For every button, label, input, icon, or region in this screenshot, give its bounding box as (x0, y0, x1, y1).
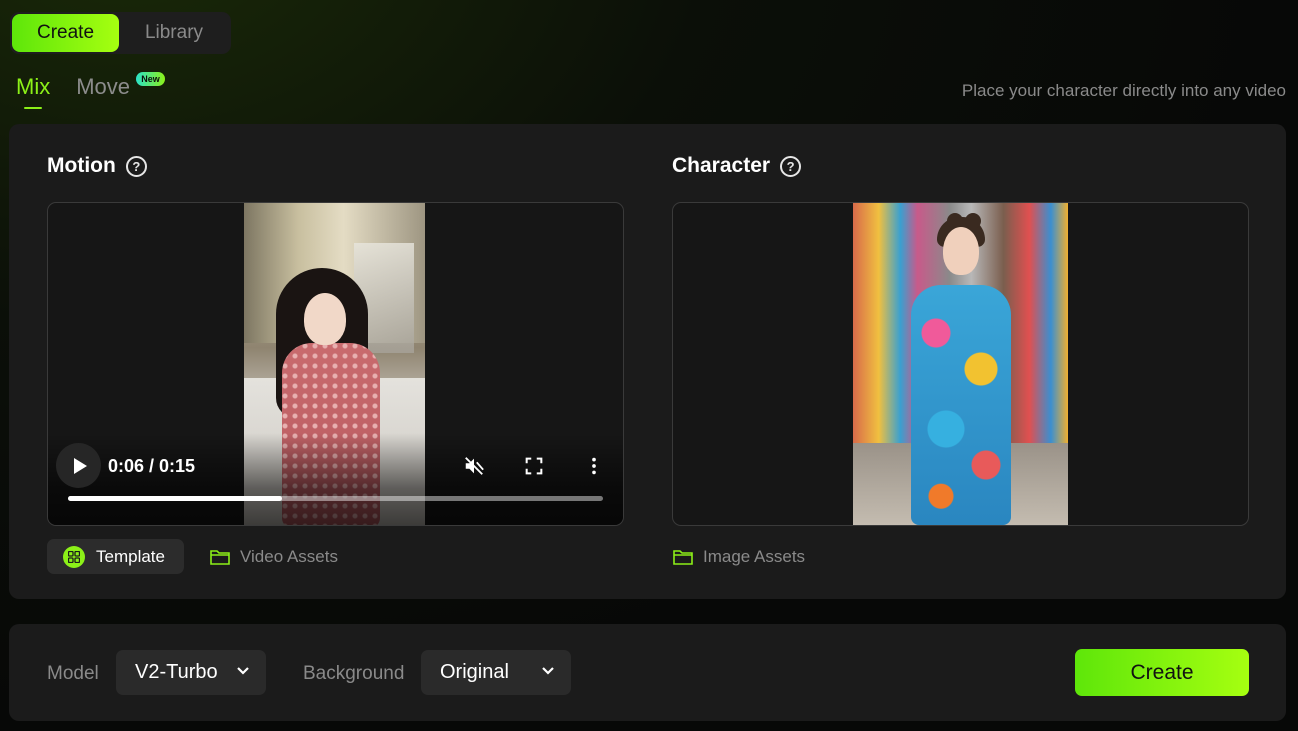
grid-icon (63, 545, 85, 568)
chevron-down-icon (542, 667, 554, 675)
play-button[interactable] (56, 443, 101, 488)
video-time: 0:06 / 0:15 (108, 456, 196, 476)
character-image-box[interactable] (672, 202, 1249, 526)
video-assets-label: Video Assets (240, 546, 338, 566)
fullscreen-icon[interactable] (523, 455, 545, 477)
tab-move-label: Move (76, 74, 131, 99)
model-value: V2-Turbo (135, 661, 218, 683)
tagline: Place your character directly into any v… (961, 81, 1286, 100)
tab-mix[interactable]: Mix (16, 74, 50, 109)
create-button[interactable]: Create (1075, 649, 1249, 696)
motion-section-title: Motion ? (47, 154, 147, 178)
video-person-face (304, 293, 346, 345)
motion-video-player[interactable]: 0:06 / 0:15 (47, 202, 624, 526)
top-tab-switcher: Create Library (10, 12, 231, 54)
motion-title: Motion (47, 154, 116, 177)
character-image (853, 203, 1068, 525)
model-select[interactable]: V2-Turbo (116, 650, 266, 695)
folder-icon (673, 549, 693, 565)
character-coat (911, 285, 1011, 525)
background-label: Background (303, 663, 405, 684)
video-progress-fill (68, 496, 282, 501)
template-label: Template (96, 546, 165, 566)
video-controls-overlay (48, 433, 623, 525)
mode-tabs: Mix Move New (16, 72, 165, 109)
question-circle-icon[interactable]: ? (125, 155, 147, 177)
more-options-icon[interactable] (583, 455, 605, 477)
tab-move[interactable]: Move New (76, 72, 165, 100)
tab-library[interactable]: Library (119, 14, 229, 52)
template-button[interactable]: Template (47, 539, 184, 574)
character-hair-bun-right (965, 213, 981, 229)
video-assets-button[interactable]: Video Assets (210, 539, 338, 574)
tab-create[interactable]: Create (12, 14, 119, 52)
new-badge: New (136, 72, 165, 86)
image-assets-button[interactable]: Image Assets (673, 539, 805, 574)
background-value: Original (440, 661, 509, 683)
character-section-title: Character ? (672, 154, 802, 178)
video-progress-bar[interactable] (68, 496, 603, 501)
folder-icon (210, 549, 230, 565)
character-face (943, 227, 979, 275)
background-select[interactable]: Original (421, 650, 571, 695)
model-label: Model (47, 663, 99, 684)
chevron-down-icon (237, 667, 249, 675)
question-circle-icon[interactable]: ? (780, 155, 802, 177)
character-title: Character (672, 154, 771, 177)
muted-speaker-icon[interactable] (463, 455, 485, 477)
image-assets-label: Image Assets (703, 546, 806, 566)
